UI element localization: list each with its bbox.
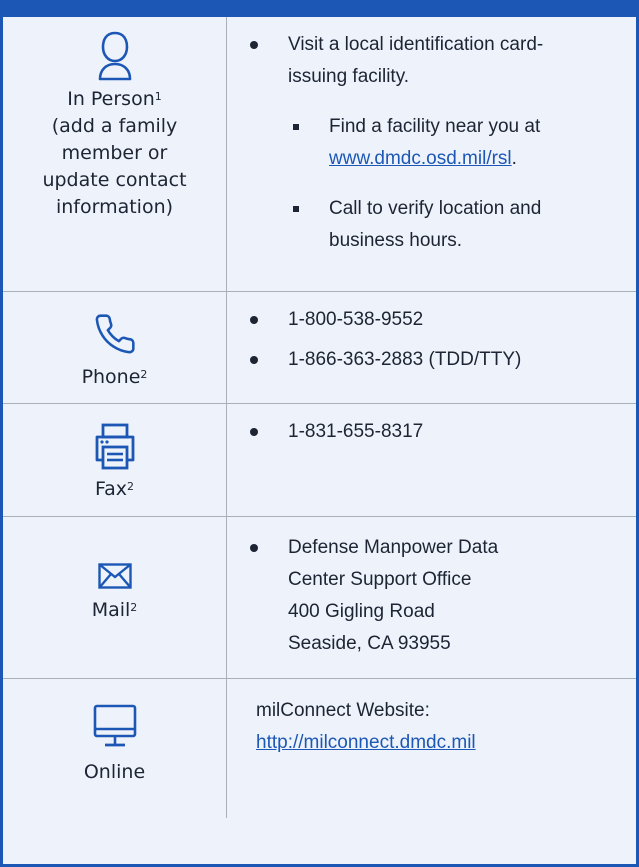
milconnect-link[interactable]: http://milconnect.dmdc.mil [256, 732, 476, 753]
table-top-bar [0, 0, 639, 17]
phone-details: 1-800-538-9552 1-866-363-2883 (TDD/TTY) [227, 292, 636, 403]
bullet-dot [250, 356, 258, 364]
phone-icon [93, 312, 137, 356]
fax-cell: Fax2 [3, 404, 227, 516]
mailing-address: Defense Manpower Data Center Support Off… [227, 532, 636, 660]
address-line: Center Support Office [288, 569, 472, 590]
mail-cell: Mail2 [3, 517, 227, 678]
person-icon [95, 30, 135, 82]
fax-label: Fax [94, 478, 128, 500]
fax-row: Fax2 1-831-655-8317 [3, 404, 636, 517]
phone-row: Phone2 1-800-538-9552 1-866-363-2883 (TD… [3, 292, 636, 404]
mail-row: Mail2 Defense Manpower Data Center Suppo… [3, 517, 636, 679]
address-line: 400 Gigling Road [288, 601, 435, 622]
in-person-row: In Person1 (add a family member or updat… [3, 17, 636, 292]
mail-details: Defense Manpower Data Center Support Off… [227, 517, 636, 678]
footnote-marker: 2 [130, 601, 138, 614]
desktop-computer-icon [92, 703, 138, 749]
fax-number-item: 1-831-655-8317 [227, 416, 636, 448]
phone-cell: Phone2 [3, 292, 227, 403]
online-text: milConnect Website: [256, 700, 430, 721]
in-person-note-line: update contact [42, 169, 187, 191]
bullet-square [293, 206, 299, 212]
bullet-dot [250, 428, 258, 436]
bullet-dot [250, 544, 258, 552]
bullet-dot [250, 41, 258, 49]
online-details: milConnect Website: http://milconnect.dm… [227, 679, 636, 818]
online-cell: Online [3, 679, 227, 818]
contact-methods-table: In Person1 (add a family member or updat… [3, 17, 636, 818]
in-person-note-line: member or [61, 142, 168, 164]
online-label: Online [83, 761, 146, 783]
bullet-dot [250, 316, 258, 324]
phone-number-item: 1-800-538-9552 [227, 304, 636, 336]
footnote-marker: 2 [127, 480, 135, 493]
envelope-icon [97, 563, 132, 589]
address-line: Defense Manpower Data [288, 537, 499, 558]
facility-locator-link[interactable]: www.dmdc.osd.mil/rsl [329, 148, 512, 169]
phone-number-item: 1-866-363-2883 (TDD/TTY) [227, 344, 636, 376]
find-facility-subbullet: Find a facility near you at www.dmdc.osd… [227, 111, 636, 175]
online-row: Online milConnect Website: http://milcon… [3, 679, 636, 818]
mail-label: Mail [91, 599, 131, 621]
footnote-marker: 2 [140, 368, 148, 381]
in-person-note-line: (add a family [51, 115, 178, 137]
address-line: Seaside, CA 93955 [288, 633, 451, 654]
printer-fax-icon [91, 422, 139, 470]
in-person-label: In Person [67, 88, 155, 110]
in-person-details: Visit a local identification card-issuin… [227, 17, 636, 291]
in-person-note-line: information) [55, 196, 174, 218]
in-person-cell: In Person1 (add a family member or updat… [3, 17, 227, 291]
phone-label: Phone [81, 366, 141, 388]
in-person-bullet: Visit a local identification card-issuin… [227, 29, 547, 93]
footnote-marker: 1 [154, 90, 162, 103]
call-verify-subbullet: Call to verify location and business hou… [227, 193, 636, 257]
bullet-square [293, 124, 299, 130]
fax-details: 1-831-655-8317 [227, 404, 636, 516]
